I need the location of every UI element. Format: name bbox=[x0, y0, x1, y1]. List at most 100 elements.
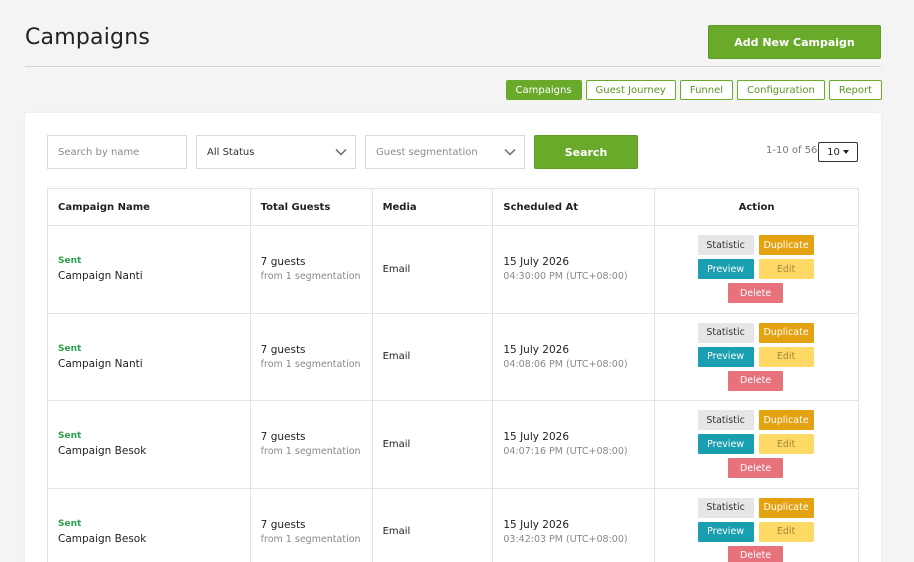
guest-source: from 1 segmentation bbox=[260, 271, 361, 283]
status-select-value: All Status bbox=[207, 146, 255, 158]
campaign-name-cell: Sent Campaign Nanti bbox=[47, 225, 251, 314]
scheduled-time: 04:08:06 PM (UTC+08:00) bbox=[503, 358, 628, 370]
header-divider bbox=[25, 66, 881, 67]
search-input[interactable]: Search by name bbox=[47, 135, 187, 169]
scheduled-time: 03:42:03 PM (UTC+08:00) bbox=[503, 533, 628, 545]
page-size-select[interactable]: 10 bbox=[818, 142, 858, 162]
campaign-name: Campaign Besok bbox=[58, 445, 147, 458]
status-badge: Sent bbox=[58, 431, 82, 442]
caret-down-icon bbox=[842, 150, 849, 154]
action-buttons: Statistic Duplicate Preview Edit Delete bbox=[697, 410, 816, 479]
media-type: Email bbox=[382, 438, 411, 450]
search-button[interactable]: Search bbox=[534, 135, 638, 169]
guest-count: 7 guests bbox=[260, 343, 306, 356]
guest-count: 7 guests bbox=[260, 518, 306, 531]
action-cell: Statistic Duplicate Preview Edit Delete bbox=[654, 487, 859, 562]
scheduled-time: 04:07:16 PM (UTC+08:00) bbox=[503, 446, 628, 458]
guest-count: 7 guests bbox=[260, 256, 306, 269]
col-action: Action bbox=[654, 188, 859, 226]
statistic-button[interactable]: Statistic bbox=[697, 497, 754, 518]
total-guests-cell: 7 guests from 1 segmentation bbox=[249, 487, 373, 562]
page-size-value: 10 bbox=[827, 146, 840, 158]
total-guests-cell: 7 guests from 1 segmentation bbox=[249, 312, 373, 401]
action-buttons: Statistic Duplicate Preview Edit Delete bbox=[697, 235, 816, 304]
campaigns-card: Search by name All Status Guest segmenta… bbox=[25, 113, 881, 562]
preview-button[interactable]: Preview bbox=[697, 346, 754, 367]
guest-segmentation-select[interactable]: Guest segmentation bbox=[365, 135, 525, 169]
media-cell: Email bbox=[371, 400, 494, 489]
action-cell: Statistic Duplicate Preview Edit Delete bbox=[654, 225, 859, 314]
campaign-name: Campaign Besok bbox=[58, 532, 147, 545]
status-badge: Sent bbox=[58, 256, 82, 267]
scheduled-date: 15 July 2026 bbox=[503, 518, 570, 531]
preview-button[interactable]: Preview bbox=[697, 521, 754, 542]
media-type: Email bbox=[382, 351, 411, 363]
tab-configuration[interactable]: Configuration bbox=[737, 80, 825, 100]
col-campaign-name: Campaign Name bbox=[47, 188, 251, 226]
table-header-row: Campaign Name Total Guests Media Schedul… bbox=[47, 188, 859, 226]
add-new-campaign-button[interactable]: Add New Campaign bbox=[708, 25, 881, 59]
scheduled-at-cell: 15 July 2026 04:30:00 PM (UTC+08:00) bbox=[492, 225, 656, 314]
segmentation-placeholder: Guest segmentation bbox=[376, 146, 478, 158]
table-row: Sent Campaign Besok 7 guests from 1 segm… bbox=[47, 400, 859, 489]
scheduled-date: 15 July 2026 bbox=[503, 343, 570, 356]
tab-guest-journey[interactable]: Guest Journey bbox=[585, 80, 676, 100]
tab-funnel[interactable]: Funnel bbox=[679, 80, 734, 100]
chevron-down-icon bbox=[504, 148, 516, 156]
preview-button[interactable]: Preview bbox=[697, 259, 754, 280]
col-total-guests: Total Guests bbox=[249, 188, 373, 226]
campaigns-table: Campaign Name Total Guests Media Schedul… bbox=[47, 188, 859, 562]
action-buttons: Statistic Duplicate Preview Edit Delete bbox=[697, 322, 816, 391]
edit-button[interactable]: Edit bbox=[758, 346, 814, 367]
edit-button[interactable]: Edit bbox=[758, 434, 814, 455]
guest-source: from 1 segmentation bbox=[260, 446, 361, 458]
edit-button[interactable]: Edit bbox=[758, 259, 814, 280]
total-guests-cell: 7 guests from 1 segmentation bbox=[249, 225, 373, 314]
campaign-name: Campaign Nanti bbox=[58, 357, 143, 370]
pagination-range: 1-10 of 56 bbox=[766, 145, 818, 156]
tab-report[interactable]: Report bbox=[828, 80, 882, 100]
media-cell: Email bbox=[371, 487, 494, 562]
duplicate-button[interactable]: Duplicate bbox=[758, 410, 814, 431]
tab-campaigns[interactable]: Campaigns bbox=[505, 80, 582, 100]
media-type: Email bbox=[382, 526, 411, 538]
media-cell: Email bbox=[371, 312, 494, 401]
chevron-down-icon bbox=[335, 148, 347, 156]
statistic-button[interactable]: Statistic bbox=[697, 322, 754, 343]
col-media: Media bbox=[371, 188, 494, 226]
preview-button[interactable]: Preview bbox=[697, 434, 754, 455]
guest-source: from 1 segmentation bbox=[260, 533, 361, 545]
campaign-name: Campaign Nanti bbox=[58, 270, 143, 283]
campaign-name-cell: Sent Campaign Besok bbox=[47, 487, 251, 562]
scheduled-at-cell: 15 July 2026 03:42:03 PM (UTC+08:00) bbox=[492, 487, 656, 562]
duplicate-button[interactable]: Duplicate bbox=[758, 497, 814, 518]
table-row: Sent Campaign Nanti 7 guests from 1 segm… bbox=[47, 225, 859, 314]
search-placeholder: Search by name bbox=[58, 146, 140, 158]
delete-button[interactable]: Delete bbox=[728, 458, 784, 479]
scheduled-at-cell: 15 July 2026 04:07:16 PM (UTC+08:00) bbox=[492, 400, 656, 489]
tab-bar: Campaigns Guest Journey Funnel Configura… bbox=[505, 80, 882, 100]
statistic-button[interactable]: Statistic bbox=[697, 410, 754, 431]
duplicate-button[interactable]: Duplicate bbox=[758, 322, 814, 343]
delete-button[interactable]: Delete bbox=[728, 545, 784, 562]
status-badge: Sent bbox=[58, 343, 82, 354]
media-cell: Email bbox=[371, 225, 494, 314]
delete-button[interactable]: Delete bbox=[728, 283, 784, 304]
delete-button[interactable]: Delete bbox=[728, 370, 784, 391]
col-scheduled-at: Scheduled At bbox=[492, 188, 656, 226]
guest-source: from 1 segmentation bbox=[260, 358, 361, 370]
action-buttons: Statistic Duplicate Preview Edit Delete bbox=[697, 497, 816, 562]
duplicate-button[interactable]: Duplicate bbox=[758, 235, 814, 256]
table-row: Sent Campaign Besok 7 guests from 1 segm… bbox=[47, 487, 859, 562]
media-type: Email bbox=[382, 263, 411, 275]
guest-count: 7 guests bbox=[260, 431, 306, 444]
status-select[interactable]: All Status bbox=[196, 135, 356, 169]
action-cell: Statistic Duplicate Preview Edit Delete bbox=[654, 400, 859, 489]
table-row: Sent Campaign Nanti 7 guests from 1 segm… bbox=[47, 312, 859, 401]
action-cell: Statistic Duplicate Preview Edit Delete bbox=[654, 312, 859, 401]
scheduled-date: 15 July 2026 bbox=[503, 431, 570, 444]
page-title: Campaigns bbox=[25, 25, 151, 50]
scheduled-date: 15 July 2026 bbox=[503, 256, 570, 269]
statistic-button[interactable]: Statistic bbox=[697, 235, 754, 256]
edit-button[interactable]: Edit bbox=[758, 521, 814, 542]
